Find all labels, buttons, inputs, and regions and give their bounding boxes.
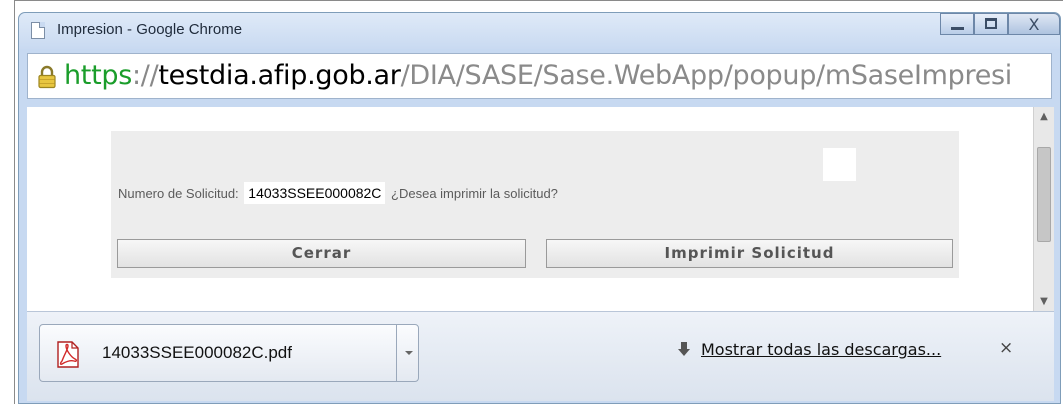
- window-controls: X: [940, 13, 1060, 35]
- maximize-button[interactable]: [974, 13, 1008, 35]
- minimize-icon: [951, 27, 964, 30]
- page-viewport: Numero de Solicitud: 14033SSEE000082C ¿D…: [27, 107, 1033, 311]
- scroll-thumb[interactable]: [1037, 147, 1051, 242]
- scroll-down-icon[interactable]: ▼: [1034, 296, 1054, 307]
- close-icon: X: [1028, 15, 1040, 34]
- download-arrow-icon: [678, 342, 690, 356]
- title-bar[interactable]: Impresion - Google Chrome X: [19, 13, 1060, 49]
- pdf-file-icon: [57, 341, 79, 368]
- request-number: 14033SSEE000082C: [244, 182, 386, 204]
- chevron-down-icon: [405, 351, 413, 355]
- download-filename[interactable]: 14033SSEE000082C.pdf: [102, 343, 292, 363]
- print-question: ¿Desea imprimir la solicitud?: [391, 186, 558, 201]
- maximize-icon: [985, 18, 997, 29]
- close-window-button[interactable]: X: [1008, 13, 1060, 35]
- browser-window: Impresion - Google Chrome X https://test…: [18, 12, 1061, 404]
- download-item[interactable]: 14033SSEE000082C.pdf: [39, 324, 419, 382]
- show-all-downloads-link[interactable]: Mostrar todas las descargas...: [701, 340, 941, 359]
- print-request-button[interactable]: Imprimir Solicitud: [546, 239, 953, 268]
- address-bar[interactable]: https://testdia.afip.gob.ar/DIA/SASE/Sas…: [27, 53, 1052, 99]
- show-all-downloads[interactable]: Mostrar todas las descargas...: [677, 340, 941, 359]
- url-text[interactable]: https://testdia.afip.gob.ar/DIA/SASE/Sas…: [64, 60, 1012, 91]
- url-scheme: https: [64, 60, 132, 91]
- close-download-shelf-icon[interactable]: ×: [999, 338, 1013, 358]
- request-label: Numero de Solicitud:: [118, 186, 239, 201]
- window-title: Impresion - Google Chrome: [57, 21, 243, 38]
- minimize-button[interactable]: [940, 13, 974, 35]
- url-path: /DIA/SASE/Sase.WebApp/popup/mSaseImpresi: [400, 60, 1013, 91]
- vertical-scrollbar[interactable]: ▲ ▼: [1033, 107, 1054, 311]
- page-icon: [31, 22, 45, 39]
- download-options-button[interactable]: [396, 325, 420, 381]
- blank-box: [823, 148, 856, 181]
- prompt-row: Numero de Solicitud: 14033SSEE000082C ¿D…: [118, 182, 558, 204]
- url-separator: ://: [132, 60, 159, 91]
- lock-icon: [38, 65, 56, 89]
- scroll-up-icon[interactable]: ▲: [1034, 111, 1054, 122]
- download-shelf: 14033SSEE000082C.pdf Mostrar todas las d…: [27, 311, 1054, 401]
- print-dialog-panel: Numero de Solicitud: 14033SSEE000082C ¿D…: [111, 131, 959, 278]
- close-button[interactable]: Cerrar: [117, 239, 526, 268]
- url-host: testdia.afip.gob.ar: [158, 60, 401, 91]
